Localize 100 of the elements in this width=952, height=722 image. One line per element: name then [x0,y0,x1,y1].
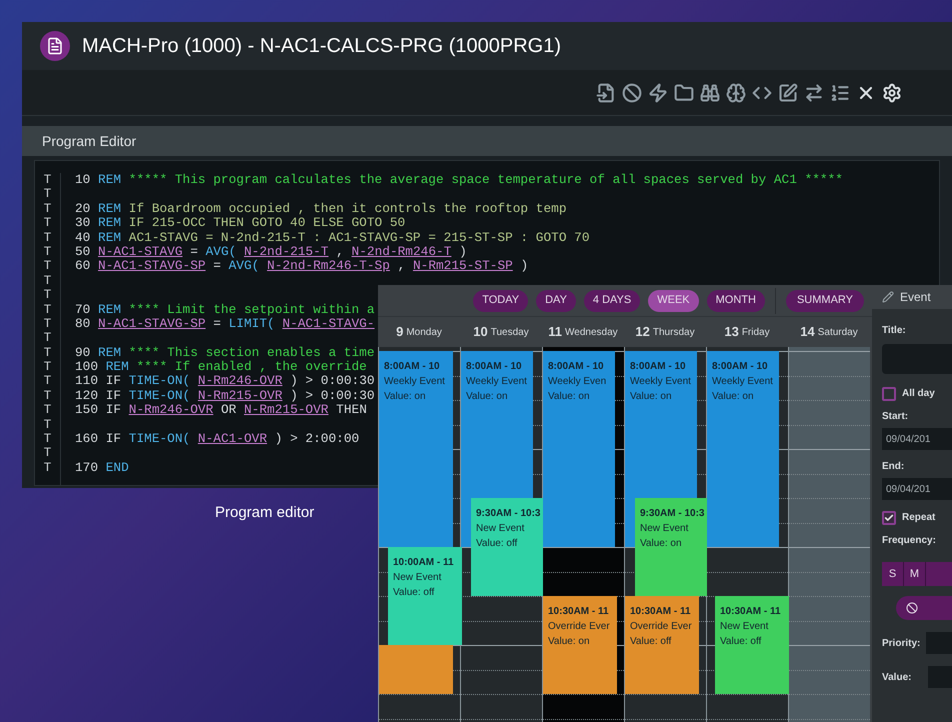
line-number: 100 [75,360,98,374]
line-number: 80 [75,316,90,332]
gutter-marker: T [44,360,52,374]
gutter-marker: T [44,202,52,216]
check-icon [884,512,894,522]
commented-code: AC1-STAVG = N-2nd-215-T : AC1-STAVG-SP = 215-ST-SP : GOTO 70 [128,230,590,245]
variable-link[interactable]: N-Rm215-OVR [244,403,328,418]
keyword: REM [98,202,122,216]
view-tab[interactable]: 4 DAYS [584,290,640,312]
event-value: Value: on [548,635,591,649]
calendar-event[interactable]: 10:00AM - 11 New Event Value: off [388,547,462,645]
code-comment: ***** This program calculates the average space temperature of all spaces served by AC1 ***** [128,173,843,188]
binoculars-icon[interactable] [700,82,720,102]
gutter-marker: T [44,346,52,360]
line-number: 60 [75,259,90,274]
function-name: LIMIT( [228,316,275,332]
field-label: Frequency: [882,534,937,548]
line-numbers-icon[interactable] [830,82,850,102]
variable-link[interactable]: N-AC1-STAVG-SP [98,259,206,274]
swap-arrows-icon[interactable] [804,82,824,102]
day-name: Saturday [818,326,858,340]
event-time: 8:00AM - 10 [384,360,441,374]
function-name: AVG( [228,259,260,274]
line-number: 170 [75,460,98,476]
keyword: REM [98,216,122,231]
event-title: Weekly Even [548,375,608,389]
line-number: 40 [75,230,90,245]
code-comment: **** If enabled , the override [136,360,367,374]
variable-link[interactable]: N-AC1-OVR [198,432,268,446]
import-icon[interactable] [596,82,616,102]
commented-code: IF 215-OCC THEN GOTO 40 ELSE GOTO 50 [128,216,406,231]
panel-title: Program Editor [42,132,136,151]
summary-button[interactable]: SUMMARY [786,290,864,312]
calendar-event[interactable]: 8:00AM - 10 Weekly Even Value: on [543,351,615,547]
calendar-event[interactable]: 10:30AM - 11 Override Ever Value: on [543,596,617,694]
keyword: REM [98,346,122,360]
calendar-event[interactable]: 8:00AM - 10 Weekly Event Value: on [707,351,779,547]
lightning-icon[interactable] [648,82,668,102]
start-field[interactable]: 09/04/201 [882,428,952,450]
calendar-event[interactable]: 10:30AM - 11 New Event Value: off [715,596,789,694]
day-number: 11 [548,323,562,342]
line-number: 110 [75,374,98,389]
calendar-event[interactable]: 8:00AM - 10 Weekly Event Value: on [379,351,453,547]
checkbox[interactable] [882,510,896,524]
event-value: Value: on [466,390,509,404]
day-number: 13 [724,323,739,342]
field-label: Start: [882,410,910,424]
calendar-event[interactable]: 9:30AM - 10:3 New Event Value: off [471,498,543,596]
event-value: Value: on [384,390,427,404]
event-title: New Event [393,571,442,585]
brain-icon[interactable] [726,82,746,102]
function-name: TIME-ON( [128,388,190,404]
line-number: 20 [75,202,90,216]
gutter-marker: T [44,187,52,202]
code-text: IF [106,432,122,446]
line-number: 10 [75,173,90,188]
folder-icon[interactable] [674,82,694,102]
code-comment: **** Limit the setpoint within a [128,302,375,317]
weekday-toggle[interactable] [926,562,952,586]
variable-link[interactable]: N-Rm246-OVR [198,374,282,389]
variable-link[interactable]: N-2nd-Rm246-T [352,244,452,260]
view-tab[interactable]: TODAY [473,290,528,312]
variable-link[interactable]: N-Rm246-OVR [128,403,214,418]
variable-link[interactable]: N-Rm215-ST-SP [412,259,513,274]
variable-link[interactable]: N-Rm215-OVR [198,388,282,404]
code-text: , [398,259,406,274]
view-tab[interactable]: MONTH [706,290,765,312]
code-text: = [213,259,221,274]
variable-link[interactable]: N-AC1-STAVG-SP [98,316,206,332]
calendar-event[interactable]: 10:30AM - 11 Override Ever Value: off [625,596,699,694]
document-icon [40,31,70,61]
checkbox-label: Repeat [902,511,936,525]
edit-icon[interactable] [778,82,798,102]
view-tab[interactable]: DAY [536,290,576,312]
code-text: IF [106,403,122,418]
calendar-event[interactable]: 9:30AM - 10:3 New Event Value: on [635,498,707,596]
event-title: Override Ever [548,620,611,634]
variable-link[interactable]: N-2nd-215-T [244,244,328,260]
checkbox[interactable] [882,386,896,400]
gutter-marker: T [44,216,52,231]
event-title: Weekly Event [630,375,692,389]
weekday-toggle[interactable]: S [882,562,904,586]
line-number: 160 [75,432,98,446]
gutter-marker: T [44,446,52,461]
variable-link[interactable]: N-2nd-Rm246-T-Sp [267,259,390,274]
settings-icon[interactable] [882,82,902,102]
weekday-toggle[interactable]: M [904,562,926,586]
gutter-marker: T [44,432,52,446]
event-value: Value: off [393,586,436,600]
event-time: 8:00AM - 10 [466,360,523,374]
prohibited-icon[interactable] [622,82,642,102]
view-tab[interactable]: WEEK [648,290,699,312]
event-title: Weekly Event [384,375,446,389]
line-number: 50 [75,244,90,260]
line-number: 120 [75,388,98,404]
end-field[interactable]: 09/04/201 [882,478,952,500]
variable-link[interactable]: N-AC1-STAVG [98,244,183,260]
clear-button[interactable] [896,596,952,620]
variable-link[interactable]: N-AC1-STAVG- [282,316,375,332]
panel-title: Event [900,289,931,306]
